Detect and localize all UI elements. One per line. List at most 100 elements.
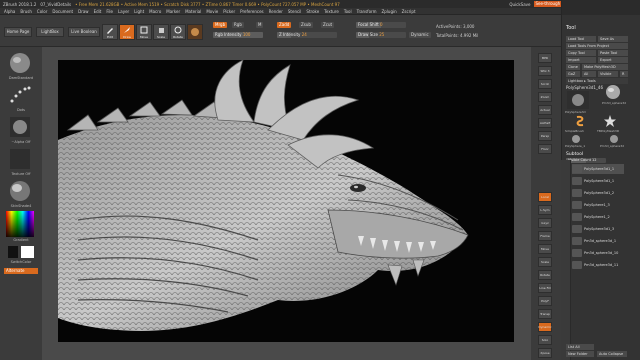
rgb-intensity-slider[interactable]: Rgb Intensity 100	[213, 32, 263, 38]
document-canvas[interactable]	[58, 60, 514, 342]
zadd-toggle[interactable]: Zadd	[277, 22, 292, 28]
floor-button[interactable]: Floor	[538, 144, 552, 154]
z-intensity-slider[interactable]: Z Intensity 24	[277, 32, 337, 38]
menu-render[interactable]: Render	[269, 9, 283, 14]
edit-mode-button[interactable]: Edit	[102, 24, 118, 40]
local-button[interactable]: Local	[538, 192, 552, 202]
move-mode-button[interactable]: Move	[136, 24, 152, 40]
switch-color-label[interactable]: SwitchColor	[0, 260, 42, 264]
menu-picker[interactable]: Picker	[223, 9, 235, 14]
persp-button[interactable]: Persp	[538, 131, 552, 141]
subtool-item[interactable]: Pm3d_sphere3d_1	[572, 236, 624, 246]
menu-transform[interactable]: Transform	[357, 9, 377, 14]
subtool-item[interactable]: Pm3d_sphere3d_11	[572, 260, 624, 270]
polyf-button[interactable]: PolyF	[538, 296, 552, 306]
live-boolean-button[interactable]: Live Boolean	[68, 27, 100, 37]
subtool-item[interactable]: PolySphere1_3	[572, 200, 624, 210]
draw-mode-button[interactable]: Draw	[119, 24, 135, 40]
material-thumbnail[interactable]	[6, 179, 34, 203]
menu-zscript[interactable]: Zscript	[402, 9, 416, 14]
solo-button[interactable]: Solo	[538, 335, 552, 345]
menu-document[interactable]: Document	[52, 9, 73, 14]
subtool-item[interactable]: PolySphere3d1_1	[572, 176, 624, 186]
visible-button[interactable]: Visible	[598, 71, 618, 77]
menu-light[interactable]: Light	[134, 9, 144, 14]
menu-macro[interactable]: Macro	[149, 9, 161, 14]
load-tools-from-project-button[interactable]: Load Tools From Project	[566, 43, 628, 49]
rotate-mode-button[interactable]: Rotate	[170, 24, 186, 40]
main-color-swatch[interactable]	[21, 246, 34, 258]
menu-edit[interactable]: Edit	[94, 9, 102, 14]
subtool-item[interactable]: PolySphere3d1_1	[572, 164, 624, 174]
aahalf-button[interactable]: AAHalf	[538, 118, 552, 128]
polysphere-thumbnail[interactable]	[605, 84, 621, 100]
bpr-button[interactable]: BPR	[538, 53, 552, 63]
menu-brush[interactable]: Brush	[20, 9, 32, 14]
menu-alpha[interactable]: Alpha	[4, 9, 15, 14]
zcut-toggle[interactable]: Zcut	[321, 22, 335, 28]
menu-file[interactable]: File	[106, 9, 113, 14]
menu-preferences[interactable]: Preferences	[240, 9, 264, 14]
menu-movie[interactable]: Movie	[206, 9, 218, 14]
subtool-header[interactable]: Subtool	[566, 152, 583, 157]
m-toggle[interactable]: M	[256, 22, 264, 28]
visible-count-slider[interactable]: Visible Count 12	[566, 158, 606, 163]
menu-zplugin[interactable]: Zplugin	[382, 9, 397, 14]
texture-thumbnail[interactable]	[6, 147, 34, 171]
copy-tool-button[interactable]: Copy Tool	[566, 50, 596, 56]
menu-marker[interactable]: Marker	[166, 9, 180, 14]
scale-button[interactable]: Scale	[538, 257, 552, 267]
menu-tool[interactable]: Tool	[344, 9, 352, 14]
quicksave-button[interactable]: QuickSave	[509, 2, 530, 7]
brush-thumbnail[interactable]	[6, 51, 34, 75]
secondary-color-swatch[interactable]	[8, 246, 18, 258]
goz-button[interactable]: GoZ	[566, 71, 580, 77]
subtool-item[interactable]: Pm3d_sphere3d_10	[572, 248, 624, 258]
actual-button[interactable]: Actual	[538, 105, 552, 115]
dynamic-button[interactable]: Dynamic	[538, 322, 552, 332]
frame-button[interactable]: Frame	[538, 231, 552, 241]
subtool-item[interactable]: PolySphere3d1_2	[572, 188, 624, 198]
stroke-thumbnail[interactable]	[6, 83, 34, 107]
focal-shift-slider[interactable]: Focal Shift 0	[356, 22, 406, 28]
paste-tool-button[interactable]: Paste Tool	[598, 50, 628, 56]
r-button[interactable]: R	[620, 71, 628, 77]
make-polymesh-button[interactable]: Make PolyMesh3D	[582, 64, 628, 70]
tray-divider[interactable]	[561, 160, 571, 360]
menu-texture[interactable]: Texture	[324, 9, 339, 14]
list-all-button[interactable]: List All	[566, 344, 594, 350]
menu-layer[interactable]: Layer	[118, 9, 129, 14]
alternate-button[interactable]: Alternate	[4, 268, 38, 274]
zoom-button[interactable]: Zoom	[538, 92, 552, 102]
current-tool-thumbnail[interactable]	[567, 91, 589, 109]
export-button[interactable]: Export	[598, 57, 628, 63]
home-page-button[interactable]: Home Page	[4, 27, 32, 37]
spix-button[interactable]: SPix 3	[538, 66, 552, 76]
menu-material[interactable]: Material	[185, 9, 201, 14]
zsub-toggle[interactable]: Zsub	[299, 22, 313, 28]
rgb-toggle[interactable]: Rgb	[232, 22, 244, 28]
menu-color[interactable]: Color	[37, 9, 47, 14]
menu-draw[interactable]: Draw	[78, 9, 88, 14]
scroll-button[interactable]: Scroll	[538, 79, 552, 89]
import-button[interactable]: Import	[566, 57, 596, 63]
move-button[interactable]: Move	[538, 244, 552, 254]
lightbox-button[interactable]: LightBox	[36, 27, 64, 37]
subtool-item[interactable]: PolySphere3d1_3	[572, 224, 624, 234]
save-as-button[interactable]: Save As	[598, 36, 628, 42]
menu-stencil[interactable]: Stencil	[288, 9, 302, 14]
sphere-thumb-2[interactable]	[571, 134, 581, 144]
star-tool-icon[interactable]	[603, 114, 617, 128]
menu-stroke[interactable]: Stroke	[306, 9, 319, 14]
rotate-button[interactable]: Rotate	[538, 270, 552, 280]
transp-button[interactable]: Transp	[538, 309, 552, 319]
draw-size-slider[interactable]: Draw Size 25	[356, 32, 406, 38]
load-tool-button[interactable]: Load Tool	[566, 36, 596, 42]
mrgb-toggle[interactable]: Mrgb	[213, 22, 228, 28]
dynamic-toggle[interactable]: Dynamic	[409, 32, 431, 38]
lsym-button[interactable]: L.Sym	[538, 205, 552, 215]
clone-button[interactable]: Clone	[566, 64, 580, 70]
xpose-button[interactable]: Xpose	[538, 348, 552, 358]
auto-collapse-button[interactable]: Auto Collapse	[597, 351, 627, 357]
tool-palette-title[interactable]: Tool	[566, 25, 576, 31]
